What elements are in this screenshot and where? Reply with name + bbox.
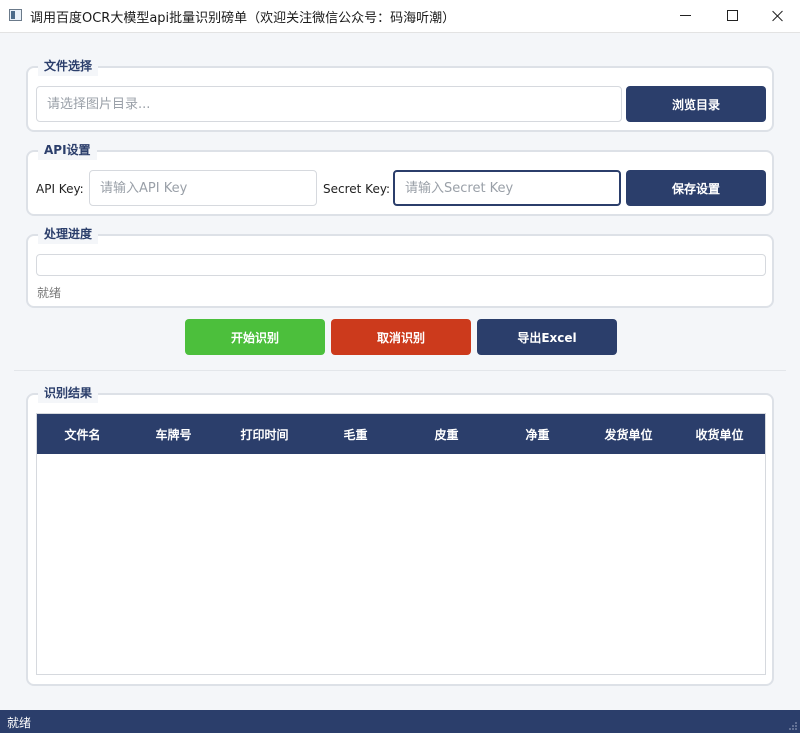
column-header-filename[interactable]: 文件名 (37, 414, 128, 454)
directory-input[interactable] (36, 86, 622, 122)
column-header-gross-weight[interactable]: 毛重 (310, 414, 401, 454)
progress-group: 处理进度 就绪 (26, 224, 774, 308)
cancel-recognition-button[interactable]: 取消识别 (331, 319, 471, 355)
column-header-print-time[interactable]: 打印时间 (219, 414, 310, 454)
results-group: 识别结果 文件名 车牌号 打印时间 毛重 皮重 净重 发货单位 收货单位 (26, 383, 774, 686)
status-bar: 就绪 (0, 710, 800, 733)
file-selection-title: 文件选择 (38, 56, 99, 76)
file-selection-group: 文件选择 浏览目录 (26, 56, 774, 132)
table-header: 文件名 车牌号 打印时间 毛重 皮重 净重 发货单位 收货单位 (37, 414, 765, 454)
start-recognition-button[interactable]: 开始识别 (185, 319, 325, 355)
app-window-icon (9, 9, 22, 21)
api-key-label: API Key: (36, 182, 84, 196)
save-settings-button[interactable]: 保存设置 (626, 170, 766, 206)
progress-bar (36, 254, 766, 276)
column-header-tare-weight[interactable]: 皮重 (401, 414, 492, 454)
maximize-icon (726, 10, 738, 21)
column-header-shipper[interactable]: 发货单位 (583, 414, 674, 454)
status-bar-text: 就绪 (7, 716, 32, 730)
maximize-button[interactable] (709, 0, 755, 31)
resize-grip-icon[interactable] (788, 721, 798, 731)
section-divider (14, 370, 786, 371)
secret-key-label: Secret Key: (323, 182, 391, 196)
progress-title: 处理进度 (38, 224, 99, 244)
column-header-net-weight[interactable]: 净重 (492, 414, 583, 454)
title-bar: 调用百度OCR大模型api批量识别磅单（欢迎关注微信公众号：码海听潮） (0, 0, 800, 33)
results-table[interactable]: 文件名 车牌号 打印时间 毛重 皮重 净重 发货单位 收货单位 (36, 413, 766, 675)
browse-directory-button[interactable]: 浏览目录 (626, 86, 766, 122)
close-icon (772, 10, 784, 22)
minimize-icon (679, 15, 691, 16)
column-header-plate[interactable]: 车牌号 (128, 414, 219, 454)
export-excel-button[interactable]: 导出Excel (477, 319, 617, 355)
window-title: 调用百度OCR大模型api批量识别磅单（欢迎关注微信公众号：码海听潮） (30, 11, 456, 26)
api-key-input[interactable] (89, 170, 317, 206)
progress-status: 就绪 (37, 286, 62, 300)
close-button[interactable] (755, 0, 800, 31)
api-settings-title: API设置 (38, 140, 97, 160)
api-settings-group: API设置 API Key: Secret Key: 保存设置 (26, 140, 774, 216)
results-title: 识别结果 (38, 383, 99, 403)
column-header-receiver[interactable]: 收货单位 (674, 414, 765, 454)
secret-key-input[interactable] (393, 170, 621, 206)
minimize-button[interactable] (662, 0, 708, 31)
